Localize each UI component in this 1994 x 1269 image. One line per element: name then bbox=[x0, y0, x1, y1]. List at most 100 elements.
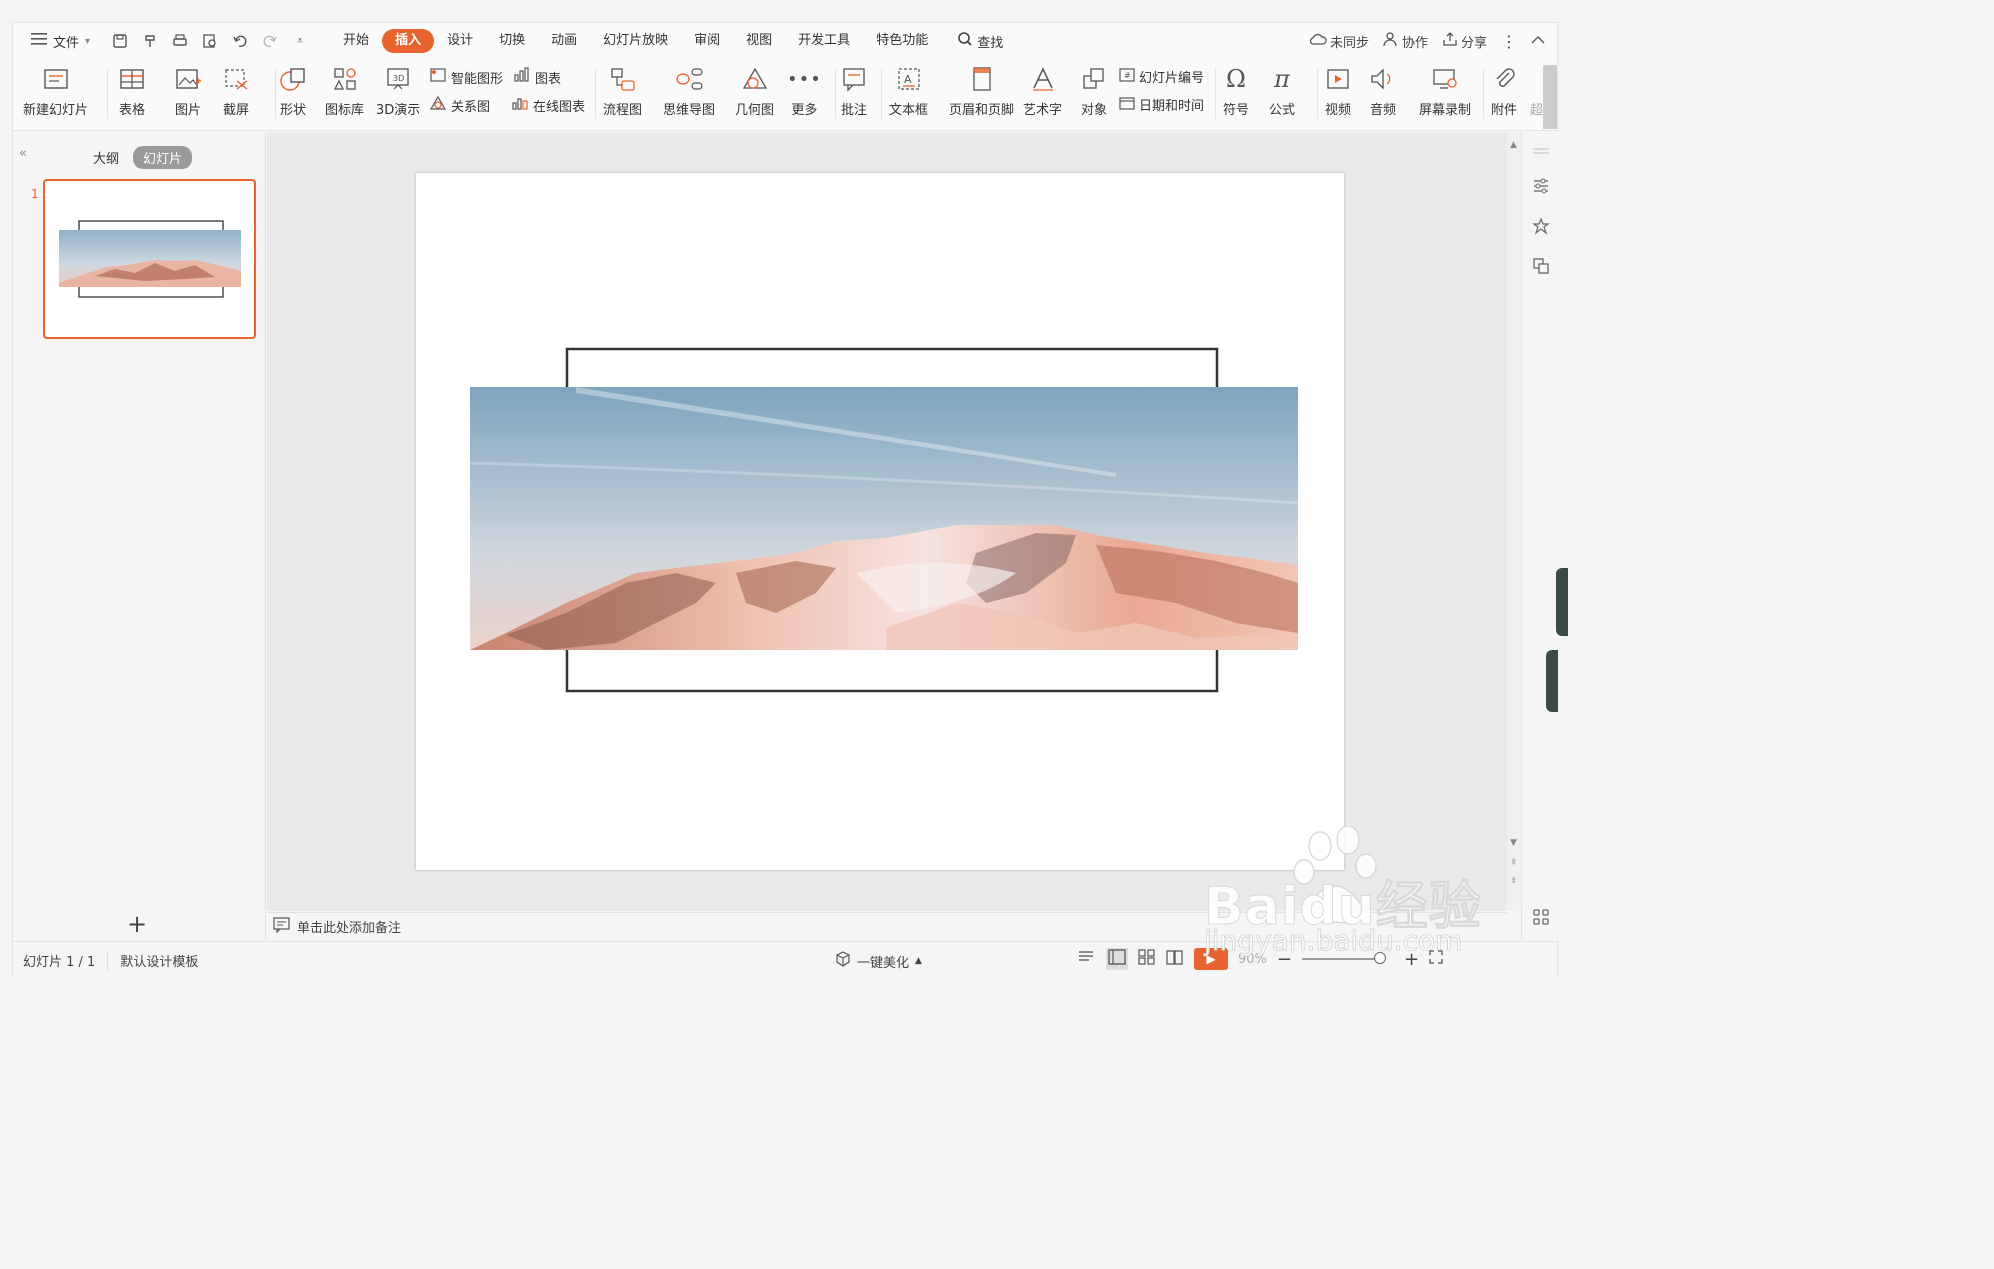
slide-thumbnail[interactable] bbox=[43, 179, 256, 339]
redo-icon[interactable] bbox=[260, 33, 280, 49]
template-name[interactable]: 默认设计模板 bbox=[107, 951, 198, 970]
ribbon-divider bbox=[835, 69, 836, 119]
search-command[interactable]: 查找 bbox=[957, 31, 1003, 51]
more-label: 更多 bbox=[791, 103, 818, 118]
more-vertical-icon[interactable]: ⋮ bbox=[1501, 32, 1517, 51]
canvas-vertical-scrollbar[interactable]: ▲ ▼ ⇞ ⇟ bbox=[1507, 132, 1521, 911]
undo-icon[interactable] bbox=[230, 33, 250, 49]
tab-insert[interactable]: 插入 bbox=[382, 29, 435, 53]
edge-widget-tab[interactable] bbox=[1556, 568, 1568, 636]
chart-button[interactable]: 图表 bbox=[513, 67, 561, 87]
mindmap-button[interactable]: 思维导图 bbox=[663, 63, 715, 118]
star-icon[interactable] bbox=[1531, 217, 1550, 239]
relation-chart-label: 关系图 bbox=[451, 99, 491, 115]
right-task-pane bbox=[1521, 132, 1559, 940]
relation-chart-button[interactable]: 关系图 bbox=[429, 95, 490, 115]
screenshot-icon bbox=[223, 63, 249, 95]
notes-toggle-icon[interactable] bbox=[1078, 950, 1096, 968]
header-footer-button[interactable]: 页眉和页脚 bbox=[949, 63, 1014, 118]
object-button[interactable]: 对象 bbox=[1081, 63, 1107, 118]
title-right-actions: 未同步 协作 分享 ⋮ bbox=[1309, 23, 1545, 59]
formula-label: 公式 bbox=[1269, 103, 1296, 118]
smart-graphic-button[interactable]: 智能图形 bbox=[429, 67, 503, 87]
format-painter-icon[interactable] bbox=[140, 33, 160, 49]
tab-design[interactable]: 设计 bbox=[434, 29, 486, 53]
slide-1[interactable] bbox=[416, 173, 1344, 870]
grid-view-icon[interactable] bbox=[1532, 908, 1550, 930]
add-slide-icon[interactable]: + bbox=[127, 910, 147, 938]
picture-button[interactable]: 图片 bbox=[175, 63, 201, 118]
share-button[interactable]: 分享 bbox=[1442, 31, 1487, 51]
transform-icon[interactable] bbox=[1532, 257, 1550, 279]
comment-icon bbox=[841, 63, 867, 95]
collaborate-button[interactable]: 协作 bbox=[1383, 31, 1428, 51]
scroll-up-icon[interactable]: ▲ bbox=[1510, 140, 1517, 150]
table-button[interactable]: 表格 bbox=[119, 63, 145, 118]
audio-button[interactable]: 音频 bbox=[1369, 63, 1397, 118]
symbol-label: 符号 bbox=[1223, 103, 1250, 118]
tab-view[interactable]: 视图 bbox=[733, 29, 785, 53]
date-time-button[interactable]: 日期和时间 bbox=[1119, 95, 1204, 114]
ribbon-scroll-button[interactable] bbox=[1543, 65, 1557, 129]
save-icon[interactable] bbox=[110, 33, 130, 49]
collapse-ribbon-icon[interactable] bbox=[1531, 34, 1545, 49]
tab-slides[interactable]: 幻灯片 bbox=[133, 146, 193, 169]
collapse-panel-icon[interactable]: « bbox=[19, 146, 27, 161]
tab-developer[interactable]: 开发工具 bbox=[785, 29, 863, 53]
tab-slideshow[interactable]: 幻灯片放映 bbox=[590, 29, 681, 53]
hyperlink-button-cut[interactable]: 超 bbox=[1530, 63, 1543, 118]
prev-slide-icon[interactable]: ⇞ bbox=[1510, 858, 1518, 868]
reading-view-icon[interactable] bbox=[1166, 949, 1184, 969]
symbol-button[interactable]: Ω 符号 bbox=[1223, 63, 1249, 118]
scroll-down-icon[interactable]: ▼ bbox=[1510, 838, 1517, 848]
screenshot-button[interactable]: 截屏 bbox=[223, 63, 249, 118]
speaker-icon bbox=[1369, 63, 1397, 95]
zoom-slider[interactable] bbox=[1302, 952, 1386, 964]
tab-home[interactable]: 开始 bbox=[330, 29, 382, 53]
edge-widget-tab-2[interactable] bbox=[1546, 650, 1558, 712]
online-chart-button[interactable]: 在线图表 bbox=[511, 95, 585, 115]
picture-label: 图片 bbox=[175, 103, 202, 118]
geometry-button[interactable]: 几何图 bbox=[735, 63, 774, 118]
slide-number-button[interactable]: # 幻灯片编号 bbox=[1119, 67, 1204, 86]
slide-thumbnail-preview bbox=[59, 220, 241, 298]
quick-access-toolbar: ⩡ bbox=[110, 33, 310, 49]
next-slide-icon[interactable]: ⇟ bbox=[1510, 876, 1518, 886]
settings-sliders-icon[interactable] bbox=[1532, 177, 1550, 199]
video-button[interactable]: 视频 bbox=[1325, 63, 1351, 118]
tab-outline[interactable]: 大纲 bbox=[93, 148, 119, 167]
3d-demo-button[interactable]: 3D 3D演示 bbox=[376, 63, 420, 118]
textbox-label: 文本框 bbox=[889, 103, 929, 118]
beautify-label: 一键美化 bbox=[857, 955, 910, 971]
flowchart-button[interactable]: 流程图 bbox=[603, 63, 642, 118]
textbox-button[interactable]: A 文本框 bbox=[889, 63, 928, 118]
file-menu[interactable]: 文件 ▾ bbox=[27, 28, 94, 54]
beautify-button[interactable]: 一键美化 ▲ bbox=[835, 951, 922, 971]
new-slide-button[interactable]: 新建幻灯片 bbox=[23, 63, 88, 118]
tab-review[interactable]: 审阅 bbox=[681, 29, 733, 53]
normal-view-icon[interactable] bbox=[1106, 948, 1128, 970]
picture-icon bbox=[175, 63, 201, 95]
screen-record-button[interactable]: 屏幕录制 bbox=[1419, 63, 1471, 118]
tab-animations[interactable]: 动画 bbox=[538, 29, 590, 53]
ribbon-divider bbox=[1483, 69, 1484, 119]
sync-status-button[interactable]: 未同步 bbox=[1309, 32, 1369, 51]
print-preview-icon[interactable] bbox=[200, 33, 220, 49]
icon-library-button[interactable]: 图标库 bbox=[325, 63, 364, 118]
wordart-button[interactable]: 艺术字 bbox=[1023, 63, 1062, 118]
comment-button[interactable]: 批注 bbox=[841, 63, 867, 118]
app-root: 文件 ▾ ⩡ 开始 插入 设计 切换 动画 幻灯片放映 审阅 视图 开发工具 特… bbox=[0, 0, 1568, 998]
print-icon[interactable] bbox=[170, 33, 190, 49]
attachment-button[interactable]: 附件 bbox=[1491, 63, 1517, 118]
formula-button[interactable]: π 公式 bbox=[1269, 63, 1295, 118]
3d-demo-label: 3D演示 bbox=[376, 103, 421, 118]
slide-thumbnails-panel: « 大纲 幻灯片 1 + bbox=[13, 132, 266, 940]
tab-transitions[interactable]: 切换 bbox=[486, 29, 538, 53]
customize-qa-icon[interactable]: ⩡ bbox=[290, 34, 310, 48]
ribbon-divider bbox=[275, 69, 276, 119]
shape-button[interactable]: 形状 bbox=[279, 63, 307, 118]
slide-sorter-icon[interactable] bbox=[1138, 949, 1156, 969]
svg-text:A: A bbox=[904, 73, 912, 86]
more-button[interactable]: ••• 更多 bbox=[787, 63, 822, 119]
tab-features[interactable]: 特色功能 bbox=[863, 29, 941, 53]
